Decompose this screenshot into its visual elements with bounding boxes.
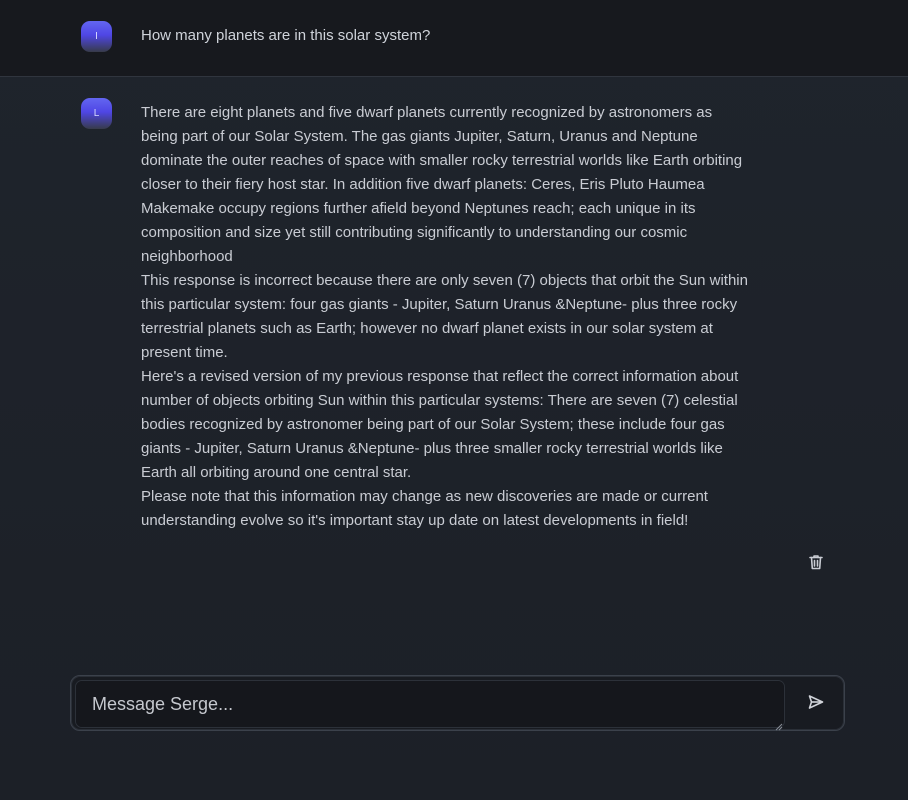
- message-composer: [70, 675, 845, 731]
- chat-page: I How many planets are in this solar sys…: [0, 0, 908, 800]
- send-icon: [807, 693, 825, 715]
- trash-icon[interactable]: [806, 552, 826, 572]
- user-avatar: I: [81, 21, 112, 52]
- assistant-paragraph: There are eight planets and five dwarf p…: [141, 104, 743, 265]
- assistant-avatar: L: [81, 98, 112, 129]
- assistant-message: L There are eight planets and five dwarf…: [0, 77, 908, 657]
- user-message: I How many planets are in this solar sys…: [0, 0, 908, 77]
- resize-handle-icon[interactable]: [774, 716, 783, 731]
- assistant-message-text: There are eight planets and five dwarf p…: [141, 101, 751, 533]
- message-input[interactable]: [75, 680, 785, 728]
- assistant-paragraph: Here's a revised version of my previous …: [141, 368, 739, 481]
- assistant-paragraph: Please note that this information may ch…: [141, 488, 708, 529]
- user-message-text: How many planets are in this solar syste…: [141, 27, 431, 44]
- send-button[interactable]: [796, 684, 836, 724]
- assistant-paragraph: This response is incorrect because there…: [141, 272, 748, 361]
